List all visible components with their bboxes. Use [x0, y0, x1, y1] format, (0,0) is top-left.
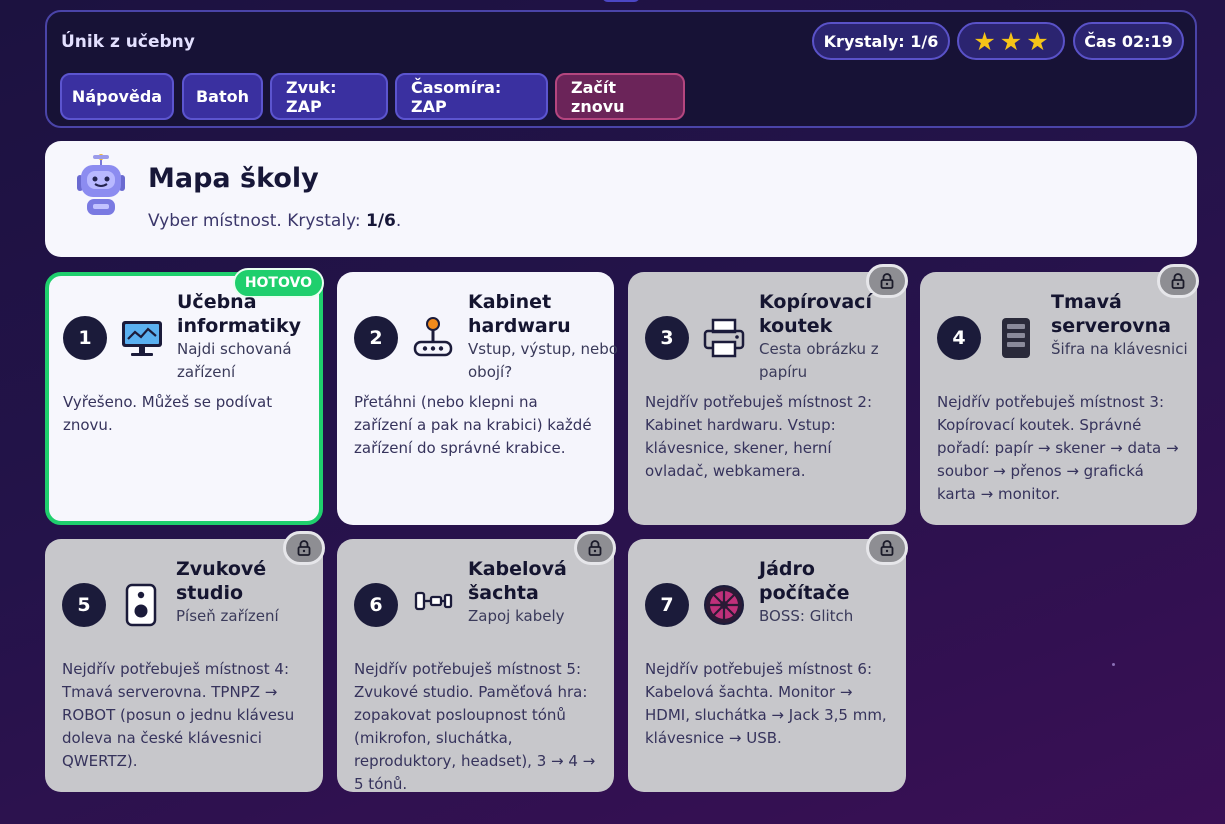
page-title: Mapa školy — [148, 163, 319, 194]
backpack-button[interactable]: Batoh — [182, 73, 263, 120]
room-title: Zvukové studio — [176, 558, 267, 604]
room-title: Kabelová šachta — [468, 558, 567, 604]
room-title: Tmavá serverovna — [1051, 291, 1171, 337]
room-card[interactable]: 4 Tmavá serverovna Šifra na klávesnici N… — [920, 264, 1199, 525]
cable-plug-icon — [411, 583, 455, 627]
printer-icon — [702, 316, 746, 360]
robot-mascot-icon — [71, 153, 131, 219]
star-icon: ★ — [1026, 26, 1049, 56]
room-description: Nejdřív potřebuješ místnost 4: Tmavá ser… — [62, 660, 295, 770]
room-card[interactable]: 5 Zvukové studio Píseň zařízení Nejdřív … — [45, 531, 325, 792]
sound-toggle-button[interactable]: Zvuk: ZAP — [270, 73, 388, 120]
room-subtitle: Cesta obrázku z papíru — [759, 340, 879, 381]
intro-panel: Mapa školy Vyber místnost. Krystaly: 1/6… — [45, 141, 1197, 257]
restart-button[interactable]: Začít znovu — [555, 73, 685, 120]
intro-instructions: Vyber místnost. Krystaly: 1/6. — [148, 211, 402, 231]
room-description: Nejdřív potřebuješ místnost 2: Kabinet h… — [645, 393, 872, 480]
timer-toggle-button[interactable]: Časomíra: ZAP — [395, 73, 548, 120]
star-icon: ★ — [999, 26, 1023, 56]
room-card[interactable]: 3 Kopírovací koutek Cesta obrázku z papí… — [628, 264, 908, 525]
room-number: 5 — [62, 583, 106, 627]
room-subtitle: Vstup, výstup, nebo obojí? — [468, 340, 618, 381]
room-subtitle: BOSS: Glitch — [759, 607, 854, 625]
room-title: Jádro počítače — [759, 558, 850, 604]
room-description: Přetáhni (nebo klepni na zařízení a pak … — [354, 393, 592, 457]
joystick-icon — [411, 316, 455, 360]
room-number: 4 — [937, 316, 981, 360]
room-title: Učebna informatiky — [177, 291, 301, 337]
room-card[interactable]: 6 Kabelová šachta Zapoj kabely Nejdřív p… — [337, 531, 616, 793]
room-number: 7 — [645, 583, 689, 627]
top-tab-indicator — [602, 0, 640, 2]
room-card[interactable]: 2 Kabinet hardwaru Vstup, výstup, nebo o… — [337, 272, 618, 525]
room-subtitle: Zapoj kabely — [468, 607, 565, 625]
star-icon: ★ — [973, 26, 996, 56]
room-number: 3 — [645, 316, 689, 360]
monitor-icon — [120, 316, 164, 360]
hud-panel: Únik z učebny Krystaly: 1/6 ★ ★ ★ Čas 02… — [45, 10, 1197, 128]
background-sparkle — [1112, 663, 1115, 666]
room-description: Vyřešeno. Můžeš se podívat znovu. — [63, 393, 273, 434]
crystal-count-value: 1/6 — [366, 211, 396, 231]
room-title: Kopírovací koutek — [759, 291, 872, 337]
room-subtitle: Najdi schovaná zařízení — [177, 340, 292, 381]
room-subtitle: Šifra na klávesnici — [1051, 340, 1188, 358]
core-fan-icon — [702, 583, 746, 627]
room-number: 1 — [63, 316, 107, 360]
room-description: Nejdřív potřebuješ místnost 6: Kabelová … — [645, 660, 887, 747]
room-description: Nejdřív potřebuješ místnost 5: Zvukové s… — [354, 660, 596, 793]
speaker-icon — [119, 583, 163, 627]
game-title: Únik z učebny — [61, 32, 195, 52]
server-icon — [994, 316, 1038, 360]
room-description: Nejdřív potřebuješ místnost 3: Kopírovac… — [937, 393, 1179, 503]
room-title: Kabinet hardwaru — [468, 291, 571, 337]
room-number: 6 — [354, 583, 398, 627]
crystal-counter: Krystaly: 1/6 — [812, 22, 950, 60]
star-rating: ★ ★ ★ — [957, 22, 1065, 60]
room-subtitle: Píseň zařízení — [176, 607, 279, 625]
room-number: 2 — [354, 316, 398, 360]
room-card[interactable]: 7 Jádro počítače BOSS: Glitch Nejdřív po… — [628, 531, 908, 792]
room-card[interactable]: HOTOVO 1 Učebna informatiky Najdi schova… — [45, 268, 324, 525]
timer-display: Čas 02:19 — [1073, 22, 1184, 60]
help-button[interactable]: Nápověda — [60, 73, 174, 120]
